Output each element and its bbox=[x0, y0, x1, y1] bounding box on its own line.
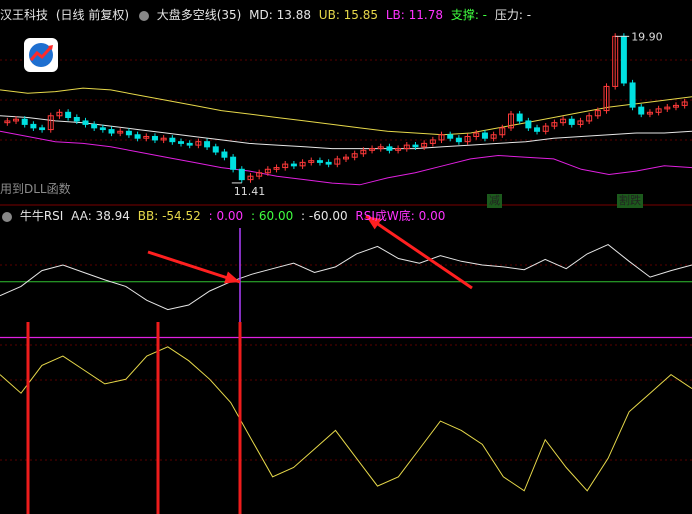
candle-body bbox=[108, 129, 115, 134]
rsi-indicator-name[interactable]: 牛牛RSI bbox=[20, 209, 64, 223]
neg-sixty-value: : -60.00 bbox=[301, 209, 348, 223]
signal-tag-drop: 割跌 bbox=[617, 194, 643, 208]
rsi-aa-line bbox=[0, 244, 692, 311]
ub-value: UB: 15.85 bbox=[318, 8, 379, 22]
candle-body bbox=[82, 120, 89, 125]
candle-body bbox=[151, 135, 158, 141]
indicator-toggle-icon[interactable] bbox=[138, 10, 149, 21]
candle-body bbox=[412, 144, 419, 148]
zero-value: : 0.00 bbox=[208, 209, 244, 223]
rsi-toggle-icon[interactable] bbox=[2, 211, 12, 222]
aa-value: AA: 38.94 bbox=[71, 209, 130, 223]
candle-body bbox=[169, 137, 176, 143]
rsi-w-bottom-value: RSI成W底: 0.00 bbox=[355, 209, 446, 223]
rsi-bb-line bbox=[0, 346, 692, 492]
sixty-value: : 60.00 bbox=[251, 209, 294, 223]
candle-body bbox=[212, 146, 219, 153]
candle-body bbox=[125, 130, 132, 136]
candle-body bbox=[99, 127, 106, 131]
lb-value: LB: 11.78 bbox=[385, 8, 443, 22]
indicator-name[interactable]: 大盘多空线(35) bbox=[157, 8, 242, 22]
candle-body bbox=[65, 111, 72, 118]
candle-body bbox=[638, 106, 645, 115]
candle-body bbox=[134, 134, 141, 139]
candle-body bbox=[290, 163, 297, 167]
arrow-left-head bbox=[224, 271, 240, 284]
candle-body bbox=[221, 151, 228, 158]
dll-notice: 用到DLL函数 bbox=[0, 182, 71, 196]
candle-body bbox=[39, 127, 46, 131]
candle-body bbox=[629, 82, 636, 108]
candle-body bbox=[30, 123, 37, 129]
candle-body bbox=[455, 137, 462, 143]
candle-body bbox=[204, 141, 211, 148]
chart-canvas: 19.90 11.41 bbox=[0, 30, 692, 514]
signal-tag-reduce: 减 bbox=[487, 194, 502, 208]
candle-body bbox=[481, 132, 488, 139]
candle-body bbox=[568, 118, 575, 125]
period-label[interactable]: (日线 前复权) bbox=[56, 8, 129, 22]
candle-body bbox=[447, 134, 454, 139]
candle-body bbox=[73, 116, 80, 122]
candle-body bbox=[238, 168, 245, 181]
candle-body bbox=[525, 120, 532, 129]
bb-value: BB: -54.52 bbox=[137, 209, 201, 223]
candle-body bbox=[186, 142, 193, 146]
md-value: MD: 13.88 bbox=[249, 8, 311, 22]
candle-body bbox=[516, 113, 523, 122]
candle-body bbox=[178, 141, 185, 144]
arrow-right-shaft bbox=[365, 214, 473, 290]
stock-name: 汉王科技 bbox=[0, 8, 49, 22]
app-logo-icon bbox=[24, 38, 58, 72]
candle-body bbox=[316, 160, 323, 163]
candle-body bbox=[386, 146, 393, 151]
candle-body bbox=[325, 161, 332, 165]
rsi-header: 牛牛RSI AA: 38.94 BB: -54.52 : 0.00 : 60.0… bbox=[0, 208, 449, 224]
pressure-value: 压力: - bbox=[494, 8, 532, 22]
main-chart-header: 汉王科技 (日线 前复权) 大盘多空线(35) MD: 13.88 UB: 15… bbox=[0, 7, 535, 23]
high-price-label: 19.90 bbox=[631, 30, 663, 43]
candle-body bbox=[21, 118, 28, 125]
low-price-label: 11.41 bbox=[234, 185, 266, 198]
candle-body bbox=[534, 127, 541, 132]
candle-body bbox=[91, 123, 98, 129]
support-value: 支撑: - bbox=[450, 8, 488, 22]
candle-body bbox=[620, 35, 627, 84]
candle-body bbox=[230, 156, 237, 170]
